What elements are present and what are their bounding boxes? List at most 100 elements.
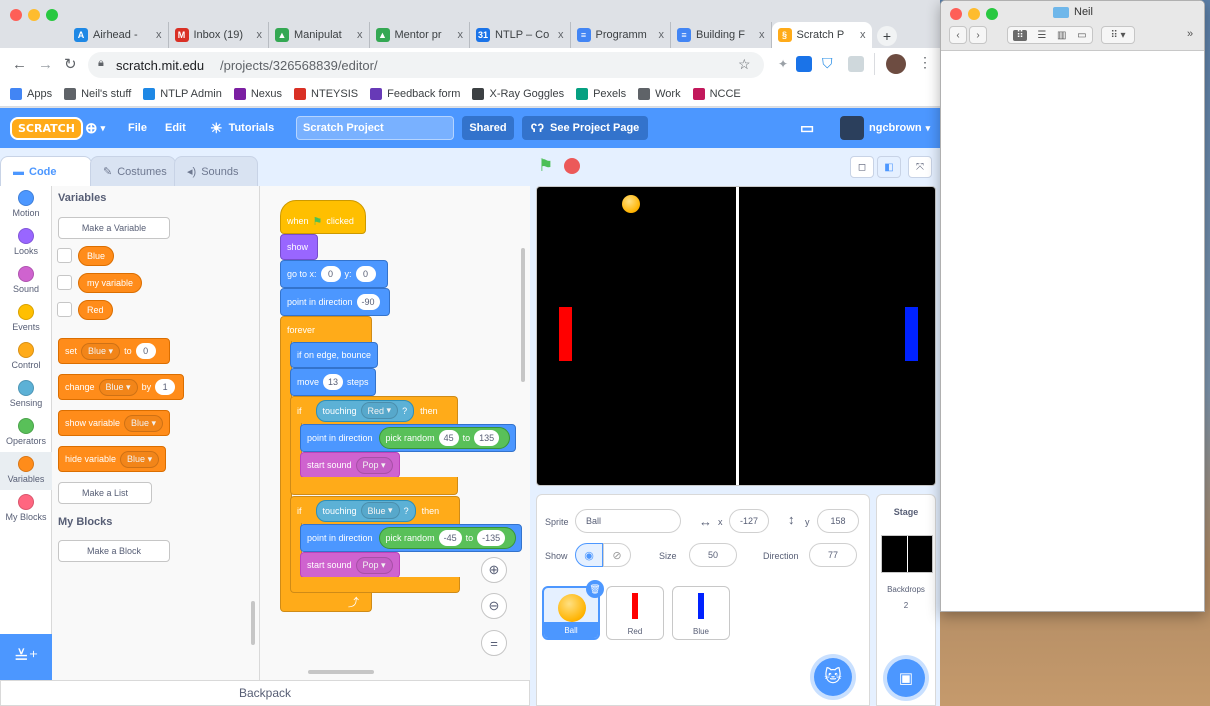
bookmark-item[interactable]: Apps bbox=[10, 88, 52, 100]
window-close-icon[interactable] bbox=[10, 9, 22, 21]
start-sound-block[interactable]: start sound Pop ▾ bbox=[300, 452, 400, 478]
show-block[interactable]: show bbox=[280, 234, 318, 260]
tab-close-icon[interactable]: x bbox=[152, 29, 162, 41]
blue-paddle-sprite[interactable] bbox=[905, 307, 918, 361]
toolbar-overflow-icon[interactable]: » bbox=[1187, 28, 1193, 40]
y-input[interactable]: 0 bbox=[355, 266, 376, 282]
touching-dropdown[interactable]: Red ▾ bbox=[360, 402, 399, 419]
extension-generic-icon[interactable] bbox=[848, 56, 864, 72]
zoom-reset-icon[interactable]: = bbox=[481, 630, 507, 656]
palette-scrollbar[interactable] bbox=[251, 601, 255, 645]
point-in-direction-block[interactable]: point in direction -90 bbox=[280, 288, 390, 316]
icon-view-icon[interactable]: ⠿ bbox=[1013, 29, 1027, 41]
tab-close-icon[interactable]: x bbox=[856, 29, 866, 41]
sprite-x-input[interactable]: -127 bbox=[729, 509, 769, 533]
extension-pin-icon[interactable]: ✦ bbox=[778, 57, 788, 71]
browser-menu-icon[interactable]: ⋮ bbox=[918, 54, 932, 71]
add-backdrop-icon[interactable]: ▣ bbox=[887, 659, 925, 697]
bookmark-item[interactable]: Work bbox=[638, 88, 681, 100]
bookmark-star-icon[interactable]: ☆ bbox=[738, 56, 751, 73]
random-from-input[interactable]: 45 bbox=[438, 430, 459, 446]
tab-close-icon[interactable]: x bbox=[253, 29, 263, 41]
browser-tab[interactable]: ▲ Manipulat x bbox=[269, 22, 370, 48]
bookmark-item[interactable]: NTEYSIS bbox=[294, 88, 358, 100]
tab-close-icon[interactable]: x bbox=[655, 29, 665, 41]
workspace-horizontal-scrollbar[interactable] bbox=[308, 670, 374, 674]
stage-canvas[interactable] bbox=[536, 186, 936, 486]
see-project-page-button[interactable]: ʕʔ See Project Page bbox=[522, 116, 648, 140]
browser-tab[interactable]: ≡ Programm x bbox=[570, 22, 671, 48]
variable-reporter[interactable]: Blue bbox=[78, 246, 115, 266]
variable-dropdown[interactable]: Blue ▾ bbox=[81, 342, 121, 360]
view-mode-selector[interactable]: ⠿ ☰ ▥ ▭ bbox=[1007, 26, 1093, 44]
stage-selector[interactable]: Stage Backdrops 2 ▣ bbox=[876, 494, 936, 706]
x-input[interactable]: 0 bbox=[320, 266, 341, 282]
browser-tab[interactable]: 31 NTLP – Co x bbox=[470, 22, 571, 48]
script-workspace[interactable]: when ⚑ clicked show go to x: 0 y: 0 poin… bbox=[260, 186, 530, 680]
hide-variable-block[interactable]: hide variable Blue ▾ bbox=[58, 446, 166, 472]
move-steps-block[interactable]: move 13 steps bbox=[290, 368, 376, 396]
category-control[interactable]: Control bbox=[0, 338, 52, 376]
tab-close-icon[interactable]: x bbox=[755, 29, 765, 41]
my-stuff-folder-icon[interactable]: ▭ bbox=[800, 108, 814, 148]
finder-close-icon[interactable] bbox=[950, 8, 962, 20]
extension-screencast-icon[interactable] bbox=[796, 56, 812, 72]
delete-sprite-icon[interactable]: 🗑︎ bbox=[586, 580, 604, 598]
address-bar[interactable]: 🔒︎ scratch.mit.edu /projects/326568839/e… bbox=[88, 52, 764, 78]
sprite-thumb-ball[interactable]: Ball 🗑︎ bbox=[542, 580, 604, 640]
sprite-y-input[interactable]: 158 bbox=[817, 509, 859, 533]
set-variable-block[interactable]: set Blue ▾ to 0 bbox=[58, 338, 170, 364]
red-paddle-sprite[interactable] bbox=[559, 307, 572, 361]
value-input[interactable]: 0 bbox=[135, 343, 156, 359]
group-by-icon[interactable]: ⠿ ▾ bbox=[1101, 26, 1135, 44]
variable-checkbox[interactable] bbox=[57, 248, 72, 263]
bookmark-item[interactable]: Neil's stuff bbox=[64, 88, 131, 100]
if-touching-red-block[interactable]: if touching Red ▾ ? then bbox=[290, 396, 458, 424]
browser-tab[interactable]: ▲ Mentor pr x bbox=[369, 22, 470, 48]
fullscreen-icon[interactable]: ⤧ bbox=[908, 156, 932, 178]
sprite-size-input[interactable]: 50 bbox=[689, 543, 737, 567]
account-menu[interactable]: ngcbrown ▾ bbox=[840, 108, 930, 148]
category-motion[interactable]: Motion bbox=[0, 186, 52, 224]
add-extension-button[interactable]: ≚⁺ bbox=[0, 634, 52, 680]
tab-code[interactable]: ▬ Code bbox=[0, 156, 92, 186]
forever-block[interactable]: forever bbox=[280, 316, 372, 342]
zoom-in-icon[interactable]: ⊕ bbox=[481, 557, 507, 583]
browser-tab[interactable]: ≡ Building F x bbox=[671, 22, 772, 48]
direction-input[interactable]: -90 bbox=[356, 294, 380, 310]
list-view-icon[interactable]: ☰ bbox=[1037, 30, 1046, 41]
normal-stage-icon[interactable]: ◧ bbox=[877, 156, 901, 178]
make-list-button[interactable]: Make a List bbox=[58, 482, 152, 504]
variable-checkbox[interactable] bbox=[57, 275, 72, 290]
tab-close-icon[interactable]: x bbox=[554, 29, 564, 41]
window-zoom-icon[interactable] bbox=[46, 9, 58, 21]
random-to-input[interactable]: 135 bbox=[474, 430, 500, 446]
menu-tutorials[interactable]: ☀ Tutorials bbox=[210, 108, 274, 148]
hide-sprite-eye-icon[interactable]: ⊘ bbox=[603, 543, 631, 567]
zoom-out-icon[interactable]: ⊖ bbox=[481, 593, 507, 619]
finder-forward-icon[interactable]: › bbox=[969, 26, 987, 44]
column-view-icon[interactable]: ▥ bbox=[1057, 30, 1066, 41]
make-block-button[interactable]: Make a Block bbox=[58, 540, 170, 562]
touching-blue-block[interactable]: touching Blue ▾ ? bbox=[315, 499, 416, 522]
project-title-input[interactable]: Scratch Project bbox=[296, 116, 454, 140]
show-sprite-eye-icon[interactable]: ◉ bbox=[575, 543, 603, 567]
bookmark-item[interactable]: Feedback form bbox=[370, 88, 460, 100]
language-globe-icon[interactable]: ⊕ ▾ bbox=[85, 108, 105, 148]
new-tab-button[interactable]: + bbox=[877, 26, 897, 46]
make-variable-button[interactable]: Make a Variable bbox=[58, 217, 170, 239]
ball-sprite[interactable] bbox=[622, 195, 640, 213]
menu-edit[interactable]: Edit bbox=[165, 108, 186, 148]
browser-tab[interactable]: A Airhead - x bbox=[68, 22, 169, 48]
sound-dropdown[interactable]: Pop ▾ bbox=[355, 456, 393, 474]
variable-dropdown[interactable]: Blue ▾ bbox=[120, 450, 160, 468]
category-events[interactable]: Events bbox=[0, 300, 52, 338]
point-direction-random-block[interactable]: point in direction pick random -45 to -1… bbox=[300, 524, 522, 552]
stop-icon[interactable] bbox=[564, 158, 580, 174]
tab-costumes[interactable]: ✎ Costumes bbox=[90, 156, 176, 186]
show-variable-block[interactable]: show variable Blue ▾ bbox=[58, 410, 170, 436]
sprite-thumb-blue[interactable]: Blue bbox=[672, 586, 730, 640]
point-direction-random-block[interactable]: point in direction pick random 45 to 135 bbox=[300, 424, 516, 452]
sound-dropdown[interactable]: Pop ▾ bbox=[355, 556, 393, 574]
workspace-vertical-scrollbar[interactable] bbox=[521, 248, 525, 382]
